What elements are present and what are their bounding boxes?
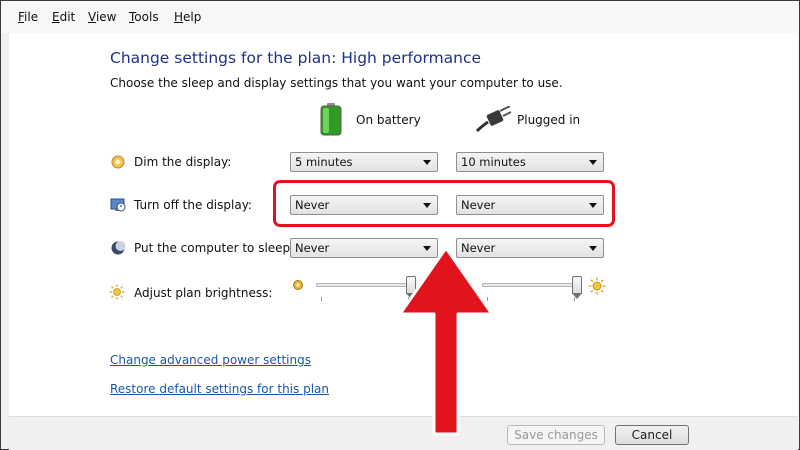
- chevron-down-icon: [423, 160, 431, 165]
- sleep-label: Put the computer to sleep:: [134, 241, 295, 255]
- restore-defaults-link[interactable]: Restore default settings for this plan: [110, 382, 329, 396]
- highlight-box: [273, 180, 615, 227]
- monitor-clock-icon: [110, 198, 126, 212]
- column-on-battery: On battery: [356, 113, 421, 127]
- menu-file[interactable]: File: [18, 10, 38, 24]
- dim-display-icon: [111, 155, 125, 169]
- save-changes-button[interactable]: Save changes: [507, 425, 605, 445]
- brightness-plugged-track[interactable]: [482, 283, 582, 287]
- turn-off-display-label: Turn off the display:: [134, 198, 252, 212]
- chevron-down-icon: [589, 246, 597, 251]
- page-subtitle: Choose the sleep and display settings th…: [110, 76, 563, 90]
- menu-help[interactable]: Help: [174, 10, 201, 24]
- dim-display-plugged-select[interactable]: 10 minutes: [456, 152, 604, 172]
- moon-icon: [111, 241, 126, 255]
- dim-brightness-icon: [293, 280, 303, 290]
- brightness-plugged-slider[interactable]: [572, 276, 582, 299]
- chevron-down-icon: [589, 160, 597, 165]
- dim-display-label: Dim the display:: [134, 155, 232, 169]
- bright-sun-icon: [588, 277, 606, 295]
- slider-tick: [321, 297, 322, 301]
- page-title: Change settings for the plan: High perfo…: [110, 49, 482, 67]
- plug-icon: [476, 106, 512, 132]
- cancel-button[interactable]: Cancel: [615, 425, 689, 445]
- sun-icon: [109, 284, 125, 300]
- menu-view[interactable]: View: [88, 10, 116, 24]
- brightness-label: Adjust plan brightness:: [134, 286, 273, 300]
- advanced-settings-link[interactable]: Change advanced power settings: [110, 353, 311, 367]
- dim-display-battery-select[interactable]: 5 minutes: [290, 152, 438, 172]
- battery-icon: [320, 103, 342, 136]
- up-arrow-icon: [398, 246, 494, 436]
- slider-tick: [574, 297, 575, 301]
- column-plugged-in: Plugged in: [517, 113, 581, 127]
- menu-tools[interactable]: Tools: [129, 10, 159, 24]
- menu-edit[interactable]: Edit: [52, 10, 75, 24]
- menu-bar: File Edit View Tools Help: [1, 1, 799, 33]
